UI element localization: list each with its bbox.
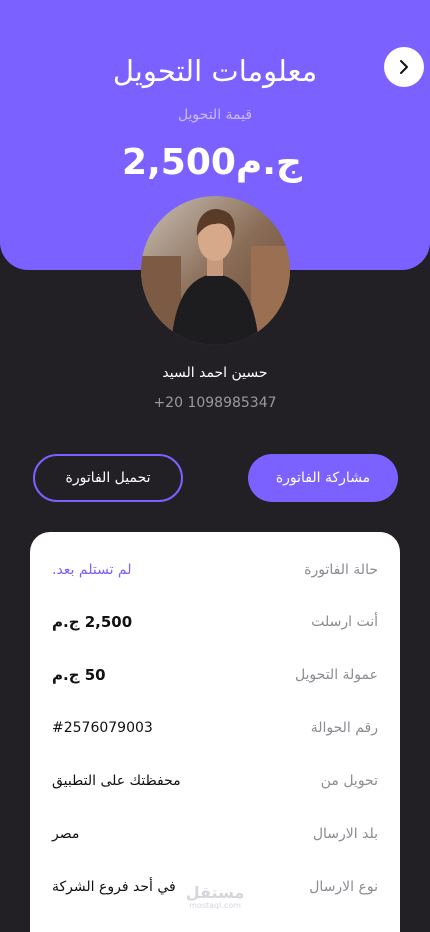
- details-card: حالة الفاتورة لم تستلم بعد. أنت ارسلت 2,…: [30, 532, 400, 932]
- page-title: معلومات التحويل: [112, 54, 318, 88]
- watermark-brand: مستقل: [185, 883, 245, 902]
- reference-number-value: #2576079003: [52, 720, 153, 736]
- detail-label: تحويل من: [320, 773, 378, 789]
- detail-row-country: بلد الارسال مصر: [52, 822, 378, 846]
- download-invoice-button[interactable]: تحميل الفاتورة: [33, 454, 183, 502]
- detail-label: أنت ارسلت: [311, 614, 378, 630]
- detail-label: حالة الفاتورة: [304, 562, 378, 578]
- fee-value: 50 ج.م: [52, 666, 106, 684]
- share-invoice-button[interactable]: مشاركة الفاتورة: [248, 454, 398, 502]
- recipient-name: حسين احمد السيد: [162, 365, 268, 381]
- detail-row-fee: عمولة التحويل 50 ج.م: [52, 663, 378, 687]
- amount-label: قيمة التحويل: [177, 107, 253, 123]
- detail-row-reference: رقم الحوالة #2576079003: [52, 716, 378, 740]
- detail-label: رقم الحوالة: [310, 720, 378, 736]
- watermark-logo: مستقل mostaql.com: [185, 885, 245, 911]
- detail-label: نوع الارسال: [309, 879, 378, 895]
- sent-amount-value: 2,500 ج.م: [52, 613, 133, 631]
- send-type-value: في أحد فروع الشركة: [52, 879, 176, 895]
- transfer-amount: ج.م2,500: [122, 142, 302, 183]
- watermark-domain: mostaql.com: [189, 901, 241, 910]
- recipient-phone: +20 1098985347: [153, 395, 277, 411]
- avatar: [141, 196, 290, 345]
- detail-row-sent: أنت ارسلت 2,500 ج.م: [52, 610, 378, 634]
- country-value: مصر: [52, 826, 80, 842]
- detail-row-status: حالة الفاتورة لم تستلم بعد.: [52, 558, 378, 582]
- source-value: محفظتك على التطبيق: [52, 773, 181, 789]
- status-value: لم تستلم بعد.: [52, 562, 132, 578]
- avatar-photo: [141, 196, 290, 345]
- detail-row-source: تحويل من محفظتك على التطبيق: [52, 769, 378, 793]
- detail-label: عمولة التحويل: [294, 667, 378, 683]
- transfer-info-screen: معلومات التحويل قيمة التحويل ج.م2,500 حس…: [0, 0, 430, 932]
- detail-label: بلد الارسال: [312, 826, 378, 842]
